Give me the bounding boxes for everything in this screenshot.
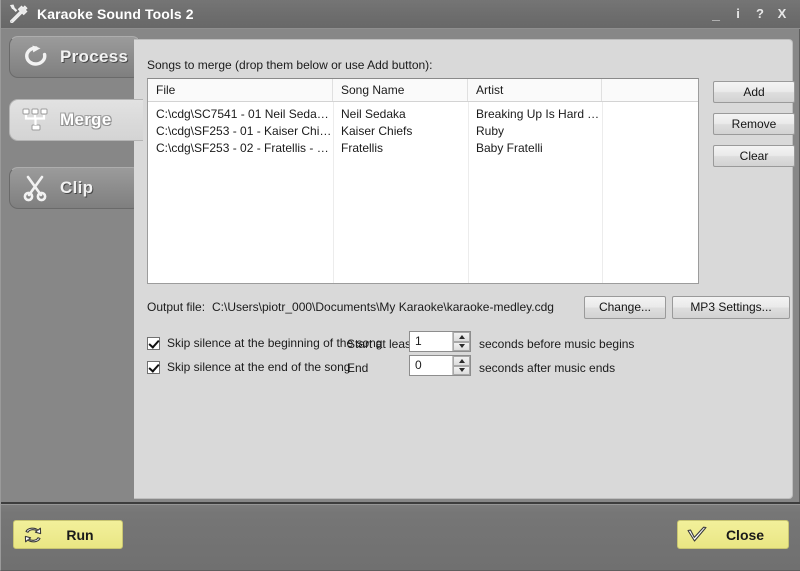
sidebar-tabs: Process Merge <box>1 28 141 504</box>
application-window: Karaoke Sound Tools 2 _ i ? X Process <box>0 0 800 571</box>
end-seconds-unit-label: seconds after music ends <box>479 361 615 375</box>
table-row[interactable]: C:\cdg\SF253 - 01 - Kaiser Chiefs -... K… <box>148 123 698 140</box>
skip-silence-begin-checkbox[interactable] <box>147 337 160 350</box>
remove-button[interactable]: Remove <box>713 113 795 135</box>
end-seconds-input[interactable] <box>410 356 452 375</box>
column-divider-1 <box>333 102 334 284</box>
column-header-song[interactable]: Song Name <box>333 79 468 101</box>
sidebar-item-label-merge: Merge <box>60 110 112 130</box>
cell-artist: Baby Fratelli <box>468 140 602 157</box>
recycle-arrows-icon <box>20 523 46 547</box>
start-at-least-label: Start at least <box>347 337 414 351</box>
change-button[interactable]: Change... <box>584 296 666 319</box>
clear-button[interactable]: Clear <box>713 145 795 167</box>
cell-song: Kaiser Chiefs <box>333 123 468 140</box>
add-button[interactable]: Add <box>713 81 795 103</box>
start-seconds-input[interactable] <box>410 332 452 351</box>
songs-list[interactable]: File Song Name Artist C:\cdg\SC7541 - 01… <box>147 78 699 284</box>
close-button[interactable]: Close <box>677 520 789 549</box>
songs-to-merge-label: Songs to merge (drop them below or use A… <box>147 58 433 72</box>
merge-nodes-icon <box>19 105 53 135</box>
cell-file: C:\cdg\SC7541 - 01 Neil Sedaka - ... <box>148 106 333 123</box>
minimize-icon[interactable]: _ <box>705 3 727 25</box>
output-file-path: C:\Users\piotr_000\Documents\My Karaoke\… <box>212 300 554 314</box>
start-seconds-stepper[interactable] <box>409 331 471 352</box>
column-header-file[interactable]: File <box>148 79 333 101</box>
start-seconds-arrows <box>452 332 470 351</box>
close-icon[interactable]: X <box>771 3 793 25</box>
end-seconds-stepper[interactable] <box>409 355 471 376</box>
app-tools-icon <box>7 2 31 26</box>
window-controls: _ i ? X <box>705 3 793 25</box>
sidebar-item-clip[interactable]: Clip <box>9 167 141 209</box>
table-row[interactable]: C:\cdg\SF253 - 02 - Fratellis - Bab... F… <box>148 140 698 157</box>
end-seconds-arrows <box>452 356 470 375</box>
start-seconds-up-icon[interactable] <box>453 332 470 342</box>
run-button[interactable]: Run <box>13 520 123 549</box>
title-bar: Karaoke Sound Tools 2 _ i ? X <box>1 0 800 29</box>
skip-silence-end-label: Skip silence at the end of the song <box>167 360 350 374</box>
close-label: Close <box>710 527 788 543</box>
help-icon[interactable]: ? <box>749 3 771 25</box>
cell-extra <box>602 106 698 123</box>
list-header-row: File Song Name Artist <box>148 79 698 102</box>
sidebar-item-process[interactable]: Process <box>9 36 141 78</box>
window-title: Karaoke Sound Tools 2 <box>37 6 194 22</box>
sidebar-item-merge[interactable]: Merge <box>9 99 143 141</box>
table-row[interactable]: C:\cdg\SC7541 - 01 Neil Sedaka - ... Nei… <box>148 106 698 123</box>
start-seconds-down-icon[interactable] <box>453 342 470 352</box>
cell-artist: Ruby <box>468 123 602 140</box>
cell-extra <box>602 140 698 157</box>
cell-song: Fratellis <box>333 140 468 157</box>
end-seconds-down-icon[interactable] <box>453 366 470 376</box>
merge-panel: Songs to merge (drop them below or use A… <box>134 39 793 499</box>
list-body: C:\cdg\SC7541 - 01 Neil Sedaka - ... Nei… <box>148 102 698 157</box>
info-icon[interactable]: i <box>727 3 749 25</box>
run-label: Run <box>46 527 122 543</box>
sidebar-item-label-clip: Clip <box>60 178 93 198</box>
cell-file: C:\cdg\SF253 - 01 - Kaiser Chiefs -... <box>148 123 333 140</box>
column-header-blank[interactable] <box>602 79 698 101</box>
footer-bar: Run Close <box>1 504 800 570</box>
cell-file: C:\cdg\SF253 - 02 - Fratellis - Bab... <box>148 140 333 157</box>
column-divider-3 <box>602 102 603 284</box>
column-header-artist[interactable]: Artist <box>468 79 602 101</box>
start-seconds-unit-label: seconds before music begins <box>479 337 634 351</box>
skip-silence-end-checkbox[interactable] <box>147 361 160 374</box>
scissors-icon <box>19 173 53 203</box>
output-file-label: Output file: <box>147 300 205 314</box>
sidebar-item-label-process: Process <box>60 47 128 67</box>
end-label: End <box>347 361 368 375</box>
cell-artist: Breaking Up Is Hard To ... <box>468 106 602 123</box>
circular-arrow-icon <box>19 42 53 72</box>
column-divider-2 <box>468 102 469 284</box>
cell-extra <box>602 123 698 140</box>
cell-song: Neil Sedaka <box>333 106 468 123</box>
end-seconds-up-icon[interactable] <box>453 356 470 366</box>
skip-silence-end-row: Skip silence at the end of the song <box>147 357 350 377</box>
checkmark-icon <box>684 523 710 547</box>
mp3-settings-button[interactable]: MP3 Settings... <box>672 296 790 319</box>
